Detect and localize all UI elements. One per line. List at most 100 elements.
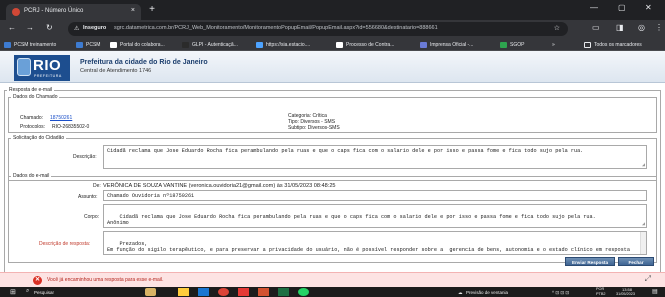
bookmark-item[interactable]: Imprensa Oficial -...	[420, 40, 473, 49]
description-text: Cidadã reclama que Jose Eduardo Rocha fi…	[107, 148, 584, 154]
reload-icon[interactable]: ↻	[46, 23, 53, 32]
bookmark-icon	[4, 41, 11, 48]
folder-icon	[584, 41, 591, 48]
widget-icon[interactable]	[145, 288, 156, 296]
send-response-button[interactable]: Enviar Resposta	[565, 257, 615, 266]
bookmark-item[interactable]: PCSM treinamento	[4, 40, 56, 49]
back-icon[interactable]: ←	[8, 23, 16, 32]
rio-logo: RIO PREFEITURA	[14, 55, 70, 81]
whatsapp-icon[interactable]	[298, 288, 309, 296]
body-textarea[interactable]: Cidadã reclama que Jose Eduardo Rocha fi…	[103, 204, 647, 228]
protocol-label: Protocolos:	[20, 124, 46, 130]
profile-icon[interactable]: ◎	[638, 23, 645, 32]
warning-icon[interactable]: ⚠	[74, 25, 79, 32]
window-close-icon[interactable]: ✕	[645, 3, 652, 12]
response-label: Descrição de resposta:	[39, 241, 91, 247]
city-emblem-icon	[17, 58, 31, 76]
page-header: RIO PREFEITURA Prefeitura da cidade do R…	[0, 51, 665, 83]
bookmark-label: Portal do colabora...	[120, 41, 165, 48]
url-text[interactable]: sgrc.datametrica.com.br/PCRJ_Web_Monitor…	[114, 25, 438, 31]
windows-start-icon[interactable]: ⊞	[10, 288, 16, 296]
subject-text: Chamado Ouvidoria nº18750261	[107, 193, 195, 199]
subject-field[interactable]: Chamado Ouvidoria nº18750261	[103, 190, 647, 201]
section-legend: Dados do e-mail	[13, 173, 50, 179]
description-label: Descrição:	[73, 154, 97, 160]
tab-title: PCRJ - Número Único	[24, 8, 84, 14]
resize-grip-icon[interactable]: ◢	[642, 162, 645, 169]
app-icon[interactable]	[238, 288, 249, 296]
weather-icon[interactable]: ☁	[458, 290, 463, 296]
bookmark-item[interactable]: PCSM	[76, 40, 100, 49]
response-scrollbar[interactable]	[640, 232, 646, 254]
bookmark-star-icon[interactable]: ☆	[554, 24, 560, 32]
response-textarea[interactable]: Prezados, Em função do sigilo terapêutic…	[103, 231, 647, 255]
system-tray-icons[interactable]: ^ ⊡ ⊡ ⊡	[552, 290, 569, 296]
bookmarks-overflow-button[interactable]: »	[552, 40, 555, 49]
security-label[interactable]: Inseguro	[83, 25, 106, 31]
bookmark-icon	[336, 41, 343, 48]
bookmark-icon	[76, 41, 83, 48]
notifications-icon[interactable]: ▤	[652, 288, 658, 295]
subtype-text: Subtipo: Diversos-SMS	[288, 125, 340, 131]
menu-icon[interactable]: ⋮	[655, 23, 663, 32]
logo-subtext: PREFEITURA	[34, 74, 62, 78]
page-title: Prefeitura da cidade do Rio de Janeiro	[80, 59, 208, 66]
bookmark-item[interactable]: https://sia.estacio....	[256, 40, 310, 49]
from-value: VERÔNICA DE SOUZA VANTINE (veronica.ouvi…	[103, 183, 336, 189]
bookmark-item[interactable]: GLPI - Autenticaçã...	[182, 40, 238, 49]
section-legend: Dados do Chamado	[13, 94, 58, 100]
clock-date[interactable]: 31/05/2023	[616, 292, 635, 296]
bookmark-item[interactable]: SGOP	[500, 40, 524, 49]
from-label: De:	[93, 183, 101, 189]
panel-legend: Resposta de e-mail	[9, 87, 53, 93]
bookmark-icon	[182, 41, 189, 48]
bookmark-label: GLPI - Autenticaçã...	[192, 41, 238, 48]
page-content: RIO PREFEITURA Prefeitura da cidade do R…	[0, 51, 665, 273]
all-bookmarks-button[interactable]: Todos os marcadores	[584, 40, 642, 49]
bookmark-label: PCSM treinamento	[14, 41, 57, 48]
description-textarea[interactable]: Cidadã reclama que Jose Eduardo Rocha fi…	[103, 145, 647, 169]
language-indicator[interactable]: POR PTB2	[596, 287, 606, 296]
bookmark-item[interactable]: Portal do colabora...	[110, 40, 165, 49]
logo-text: RIO	[33, 57, 62, 74]
tab-strip: PCRJ - Número Único × + — ▢ ✕	[0, 0, 665, 20]
address-toolbar: ← → ↻ ⚠ Inseguro sgrc.datametrica.com.br…	[0, 20, 665, 38]
body-label: Corpo:	[84, 214, 100, 220]
close-button[interactable]: Fechar	[618, 257, 654, 266]
bookmark-icon	[420, 41, 427, 48]
page-subtitle: Central de Atendimento 1746	[80, 68, 152, 74]
weather-text[interactable]: Previsão de ventania	[466, 290, 508, 295]
bookmark-label: Processo de Contra...	[346, 41, 395, 48]
ticket-number-link[interactable]: 18750261	[50, 115, 72, 121]
powerpoint-icon[interactable]	[258, 288, 269, 296]
maximize-icon[interactable]: ▢	[618, 3, 626, 12]
browser-tab[interactable]: PCRJ - Número Único ×	[6, 4, 141, 20]
taskbar: ⊞ ⌕ Pesquisar ☁ Previsão de ventania ^ ⊡…	[0, 287, 665, 297]
error-icon: ✕	[33, 276, 42, 285]
error-message: Você já encaminhou uma resposta para ess…	[47, 277, 164, 283]
body-text: Cidadã reclama que Jose Eduardo Rocha fi…	[107, 213, 596, 227]
minimize-icon[interactable]: —	[590, 3, 598, 12]
chrome-icon[interactable]	[218, 288, 229, 296]
taskbar-search-input[interactable]: Pesquisar	[34, 290, 54, 295]
store-icon[interactable]	[198, 288, 209, 296]
url-bar[interactable]: ⚠ Inseguro sgrc.datametrica.com.br/PCRJ_…	[68, 22, 568, 36]
sidebar-icon[interactable]: ◨	[616, 23, 624, 32]
bookmark-icon	[500, 41, 507, 48]
bookmark-icon	[110, 41, 117, 48]
extensions-icon[interactable]: ▭	[592, 23, 600, 32]
file-explorer-icon[interactable]	[178, 288, 189, 296]
error-message-bar: ✕ Você já encaminhou uma resposta para e…	[0, 272, 665, 287]
forward-icon[interactable]: →	[26, 23, 34, 32]
protocol-value: RIO-26835502-0	[52, 124, 90, 130]
bookmark-label: SGOP	[510, 41, 525, 48]
bookmarks-bar: PCSM treinamento PCSM Portal do colabora…	[0, 38, 665, 51]
new-tab-button[interactable]: +	[146, 4, 158, 16]
bookmark-item[interactable]: Processo de Contra...	[336, 40, 394, 49]
search-icon[interactable]: ⌕	[26, 288, 29, 295]
bookmark-label: Imprensa Oficial -...	[430, 41, 474, 48]
resize-grip-icon[interactable]: ◢	[642, 221, 645, 228]
dismiss-error-icon[interactable]: ⤢	[645, 274, 651, 284]
excel-icon[interactable]	[278, 288, 289, 296]
tab-close-button[interactable]: ×	[131, 7, 135, 14]
